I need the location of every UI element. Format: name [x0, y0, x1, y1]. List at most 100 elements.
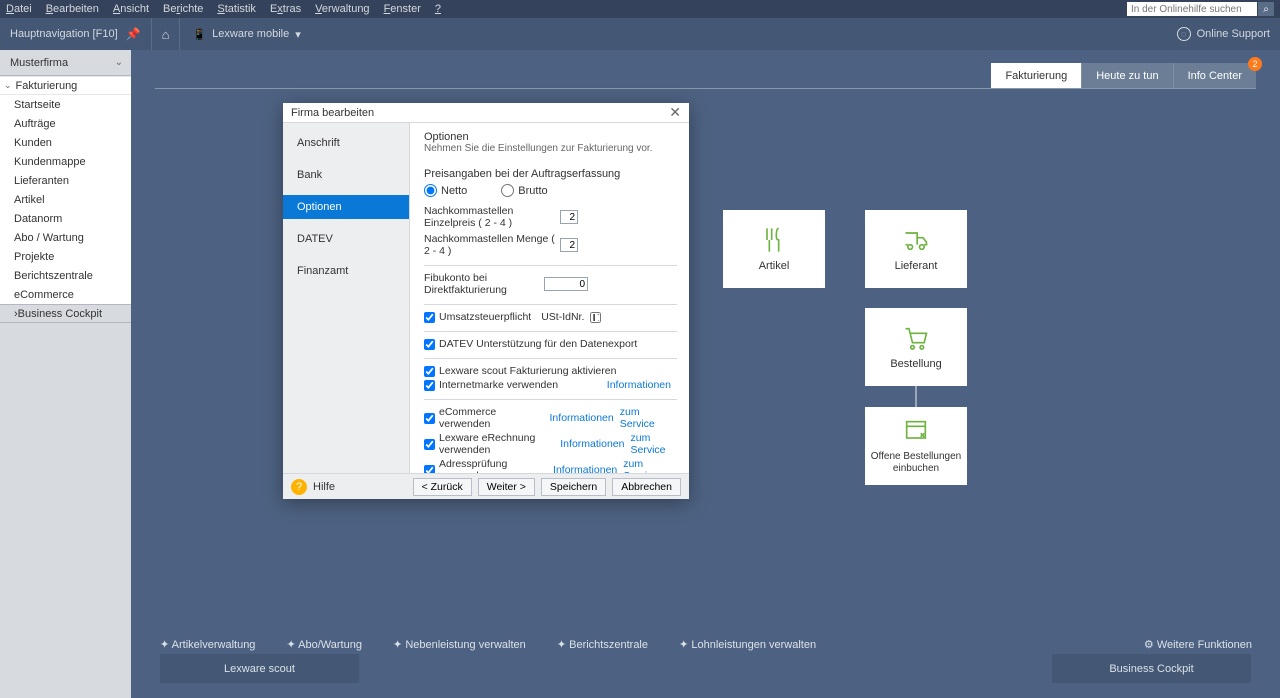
- btn-next[interactable]: Weiter >: [478, 478, 535, 496]
- sidebar-item-datanorm[interactable]: Datanorm: [0, 209, 131, 228]
- btn-cancel[interactable]: Abbrechen: [612, 478, 681, 496]
- input-nk-einzel[interactable]: [560, 210, 578, 224]
- dialog-nav: Anschrift Bank Optionen DATEV Finanzamt: [283, 123, 410, 473]
- sidebar-parent-fakturierung[interactable]: ⌄Fakturierung: [0, 76, 131, 95]
- preis-group-title: Preisangaben bei der Auftragserfassung: [424, 168, 677, 180]
- utensils-icon: [760, 226, 788, 254]
- business-cockpit-button[interactable]: Business Cockpit: [1052, 654, 1251, 683]
- main-tabs: Fakturierung Heute zu tun Info Center2: [991, 63, 1256, 88]
- sidebar-item-auftraege[interactable]: Aufträge: [0, 114, 131, 133]
- help-search-button[interactable]: ⌕: [1258, 2, 1274, 16]
- nav-bank[interactable]: Bank: [283, 163, 409, 187]
- radio-netto[interactable]: Netto: [424, 184, 467, 197]
- nav-datev[interactable]: DATEV: [283, 227, 409, 251]
- nav-optionen[interactable]: Optionen: [283, 195, 409, 219]
- chk-adress[interactable]: [424, 465, 435, 474]
- help-search-input[interactable]: [1127, 2, 1257, 16]
- input-ustid[interactable]: [590, 312, 601, 323]
- headset-icon: ◌: [1177, 27, 1191, 41]
- tile-offene-bestellungen[interactable]: Offene Bestellungen einbuchen: [865, 407, 967, 485]
- firm-selector[interactable]: Musterfirma⌄: [0, 50, 131, 76]
- menu-statistik[interactable]: Statistik: [217, 3, 256, 15]
- link-info-adress[interactable]: Informationen: [553, 464, 617, 473]
- input-nk-menge[interactable]: [560, 238, 578, 252]
- order-book-icon: [902, 417, 930, 445]
- help-label[interactable]: Hilfe: [313, 481, 335, 493]
- menu-help[interactable]: ?: [435, 3, 441, 15]
- link-svc-adress[interactable]: zum Service: [623, 458, 677, 473]
- sidebar-item-abo[interactable]: Abo / Wartung: [0, 228, 131, 247]
- lexware-scout-button[interactable]: Lexware scout: [160, 654, 359, 683]
- tab-fakturierung[interactable]: Fakturierung: [991, 63, 1081, 88]
- connector-line: [915, 386, 917, 407]
- sidebar: Musterfirma⌄ ⌄Fakturierung Startseite Au…: [0, 50, 131, 698]
- input-fibu[interactable]: [544, 277, 588, 291]
- link-info-ecomm[interactable]: Informationen: [550, 412, 614, 424]
- menu-verwaltung[interactable]: Verwaltung: [315, 3, 369, 15]
- sidebar-item-projekte[interactable]: Projekte: [0, 247, 131, 266]
- dialog-content: Optionen Nehmen Sie die Einstellungen zu…: [410, 123, 689, 473]
- link-svc-ecomm[interactable]: zum Service: [620, 406, 677, 430]
- lbl-fibu: Fibukonto bei Direktfakturierung: [424, 272, 544, 296]
- link-abo[interactable]: ✦ Abo/Wartung: [287, 639, 376, 651]
- tile-bestellung[interactable]: Bestellung: [865, 308, 967, 386]
- link-info-internetmarke[interactable]: Informationen: [607, 379, 671, 391]
- chk-internetmarke[interactable]: [424, 380, 435, 391]
- menu-extras[interactable]: Extras: [270, 3, 301, 15]
- menu-berichte[interactable]: Berichte: [163, 3, 203, 15]
- nav-anschrift[interactable]: Anschrift: [283, 131, 409, 155]
- home-icon[interactable]: ⌂: [162, 27, 170, 42]
- tile-lieferant[interactable]: Lieferant: [865, 210, 967, 288]
- toolbar: Hauptnavigation [F10] 📌 ⌂ 📱 Lexware mobi…: [0, 18, 1280, 50]
- chk-datev[interactable]: [424, 339, 435, 350]
- tab-infocenter[interactable]: Info Center2: [1173, 63, 1256, 88]
- link-info-erech[interactable]: Informationen: [560, 438, 624, 450]
- cart-icon: [902, 324, 930, 352]
- chk-ust[interactable]: [424, 312, 435, 323]
- chevron-down-icon: ⌄: [115, 57, 123, 68]
- sidebar-item-startseite[interactable]: Startseite: [0, 95, 131, 114]
- content-subheading: Nehmen Sie die Einstellungen zur Fakturi…: [424, 143, 677, 154]
- tile-artikel[interactable]: Artikel: [723, 210, 825, 288]
- nav-finanzamt[interactable]: Finanzamt: [283, 259, 409, 283]
- content-heading: Optionen: [424, 131, 677, 143]
- link-lohnleistungen[interactable]: ✦ Lohnleistungen verwalten: [679, 639, 830, 651]
- radio-brutto[interactable]: Brutto: [501, 184, 547, 197]
- chk-ecommerce[interactable]: [424, 413, 435, 424]
- sidebar-item-kundenmappe[interactable]: Kundenmappe: [0, 152, 131, 171]
- pin-icon[interactable]: 📌: [126, 27, 141, 41]
- chk-erechnung[interactable]: [424, 439, 435, 450]
- lexware-mobile-dropdown[interactable]: 📱 Lexware mobile ▾: [192, 28, 300, 41]
- chk-scout[interactable]: [424, 366, 435, 377]
- menu-bearbeiten[interactable]: Bearbeiten: [46, 3, 99, 15]
- menu-ansicht[interactable]: Ansicht: [113, 3, 149, 15]
- lbl-nk-einzel: Nachkommastellen Einzelpreis ( 2 - 4 ): [424, 205, 560, 229]
- lbl-nk-menge: Nachkommastellen Menge ( 2 - 4 ): [424, 233, 560, 257]
- truck-icon: [902, 226, 930, 254]
- close-icon[interactable]: ✕: [669, 104, 681, 121]
- online-support-button[interactable]: ◌ Online Support: [1177, 27, 1270, 41]
- sidebar-business-cockpit[interactable]: ›Business Cockpit: [0, 304, 131, 323]
- link-nebenleistung[interactable]: ✦ Nebenleistung verwalten: [393, 639, 540, 651]
- menu-fenster[interactable]: Fenster: [384, 3, 421, 15]
- hauptnavigation-label[interactable]: Hauptnavigation [F10]: [10, 28, 118, 40]
- sidebar-item-kunden[interactable]: Kunden: [0, 133, 131, 152]
- tab-heute[interactable]: Heute zu tun: [1081, 63, 1172, 88]
- link-berichtszentrale[interactable]: ✦ Berichtszentrale: [557, 639, 662, 651]
- sidebar-item-artikel[interactable]: Artikel: [0, 190, 131, 209]
- sidebar-item-lieferanten[interactable]: Lieferanten: [0, 171, 131, 190]
- btn-save[interactable]: Speichern: [541, 478, 606, 496]
- dialog-title: Firma bearbeiten: [291, 107, 374, 119]
- quick-links: ✦ Artikelverwaltung ✦ Abo/Wartung ✦ Nebe…: [160, 638, 844, 651]
- lbl-ustid: USt-IdNr.: [541, 311, 584, 323]
- sidebar-item-ecommerce[interactable]: eCommerce: [0, 285, 131, 304]
- link-artikelverwaltung[interactable]: ✦ Artikelverwaltung: [160, 639, 269, 651]
- sidebar-item-berichtszentrale[interactable]: Berichtszentrale: [0, 266, 131, 285]
- help-icon[interactable]: ?: [291, 479, 307, 495]
- notification-badge: 2: [1248, 57, 1262, 71]
- more-functions-link[interactable]: ⚙ Weitere Funktionen: [1144, 638, 1252, 651]
- menu-datei[interactable]: Datei: [6, 3, 32, 15]
- link-svc-erech[interactable]: zum Service: [630, 432, 677, 456]
- menubar: Datei Bearbeiten Ansicht Berichte Statis…: [0, 0, 1280, 18]
- btn-back[interactable]: < Zurück: [413, 478, 472, 496]
